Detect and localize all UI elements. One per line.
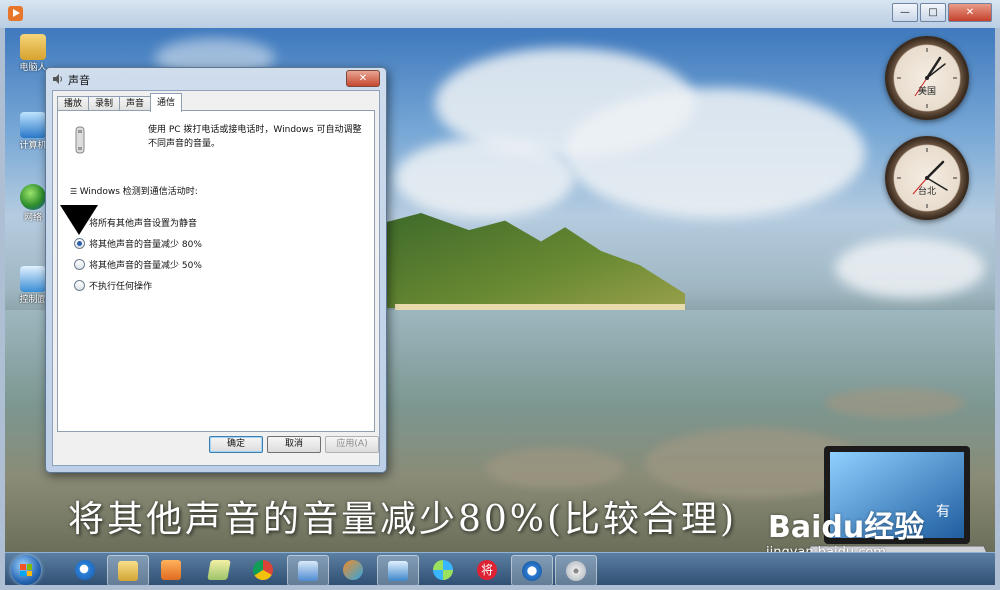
dialog-titlebar[interactable]: 声音 ✕ bbox=[46, 68, 386, 90]
taskbar-disc-app[interactable] bbox=[555, 555, 597, 586]
option-label: 不执行任何操作 bbox=[89, 282, 153, 292]
maximize-button[interactable]: □ bbox=[920, 3, 946, 22]
phone-icon bbox=[75, 126, 85, 154]
taskbar-browser-circle[interactable] bbox=[511, 555, 553, 586]
speaker-icon bbox=[53, 74, 62, 84]
radio-do-nothing[interactable] bbox=[74, 280, 85, 291]
option-label: 将所有其他声音设置为静音 bbox=[89, 219, 198, 229]
tab-communications[interactable]: 通信 bbox=[150, 93, 183, 112]
taskbar-chrome[interactable] bbox=[243, 555, 283, 584]
baidu-jingyan-logo: Baidu经验 bbox=[768, 510, 925, 545]
option-label: 将其他声音的音量减少 80% bbox=[89, 240, 202, 250]
tutorial-caption: 将其他声音的音量减少80%(比较合理) bbox=[68, 499, 738, 540]
paint-icon bbox=[343, 560, 363, 580]
sound-dialog: 声音 ✕ 播放 录制 声音 通信 使用 PC 拨打电话或接电话时，Windows… bbox=[45, 67, 387, 473]
communications-description: 使用 PC 拨打电话或接电话时，Windows 可自动调整不同声音的音量。 bbox=[148, 125, 362, 149]
taskbar-paint[interactable] bbox=[333, 555, 373, 584]
media-player-app-icon bbox=[8, 6, 23, 21]
jiang-app-icon: 将 bbox=[477, 560, 497, 580]
option-do-nothing[interactable]: 不执行任何操作 bbox=[74, 279, 152, 292]
option-reduce-80[interactable]: 将其他声音的音量减少 80% bbox=[74, 237, 202, 250]
option-label: 将其他声音的音量减少 50% bbox=[89, 261, 202, 271]
start-button[interactable] bbox=[11, 555, 41, 585]
globe-icon bbox=[20, 184, 46, 210]
wallpaper-cloud bbox=[835, 238, 985, 298]
taskbar-media-player[interactable] bbox=[151, 555, 191, 584]
dialog-close-button[interactable]: ✕ bbox=[346, 70, 380, 87]
folder-icon bbox=[20, 34, 46, 60]
control-panel-icon bbox=[20, 266, 46, 292]
window-controls: — □ ✕ bbox=[890, 3, 992, 22]
wallpaper-cloud bbox=[395, 138, 575, 218]
wallpaper-rock bbox=[485, 448, 625, 488]
communications-panel: 使用 PC 拨打电话或接电话时，Windows 可自动调整不同声音的音量。 ☰ … bbox=[57, 110, 375, 432]
window-frame-bottom bbox=[0, 585, 1000, 590]
list-icon: ☰ bbox=[70, 187, 80, 196]
clock-city-label: 台北 bbox=[917, 187, 936, 197]
detect-activity-text: Windows 检测到通信活动时: bbox=[79, 187, 198, 197]
remote-desktop-icon bbox=[388, 561, 408, 581]
dialog-title: 声音 bbox=[68, 74, 90, 87]
clock-city-label: 美国 bbox=[917, 87, 936, 97]
clock-gadget[interactable]: 台北 bbox=[885, 136, 969, 220]
tutorial-pointer-triangle bbox=[60, 205, 98, 235]
browser-circle-icon bbox=[522, 561, 542, 581]
disc-icon bbox=[566, 561, 586, 581]
document-icon bbox=[298, 561, 318, 581]
media-player-icon bbox=[161, 560, 181, 580]
apply-button[interactable]: 应用(A) bbox=[325, 436, 379, 453]
taskbar-remote-desktop[interactable] bbox=[377, 555, 419, 586]
windows-logo-icon bbox=[20, 564, 32, 576]
wallpaper-cloud bbox=[565, 88, 865, 218]
clock-face-icon bbox=[897, 48, 957, 108]
option-reduce-50[interactable]: 将其他声音的音量减少 50% bbox=[74, 258, 202, 271]
taskbar-ie[interactable] bbox=[65, 555, 105, 584]
dialog-body: 播放 录制 声音 通信 使用 PC 拨打电话或接电话时，Windows 可自动调… bbox=[52, 90, 380, 466]
laptop-screen-text: 有 bbox=[936, 504, 950, 520]
ok-button[interactable]: 确定 bbox=[209, 436, 263, 453]
file-explorer-icon bbox=[118, 561, 138, 581]
ie-browser-icon bbox=[75, 560, 95, 580]
outer-window-titlebar: — □ ✕ bbox=[0, 0, 1000, 29]
pinwheel-icon bbox=[433, 560, 453, 580]
clock-face-icon bbox=[897, 148, 957, 208]
folder-icon bbox=[207, 560, 231, 580]
close-button[interactable]: ✕ bbox=[948, 3, 992, 22]
minimize-button[interactable]: — bbox=[892, 3, 918, 22]
clock-gadget[interactable]: 美国 bbox=[885, 36, 969, 120]
taskbar: 将 bbox=[5, 552, 995, 586]
radio-reduce-50[interactable] bbox=[74, 259, 85, 270]
taskbar-jiang-app[interactable]: 将 bbox=[467, 555, 507, 584]
wallpaper-rock bbox=[825, 388, 965, 418]
tab-strip: 播放 录制 声音 通信 bbox=[57, 93, 183, 112]
taskbar-pinwheel-app[interactable] bbox=[423, 555, 463, 584]
wallpaper-mountain bbox=[385, 213, 685, 308]
taskbar-folder[interactable] bbox=[199, 555, 239, 584]
radio-reduce-80[interactable] bbox=[74, 238, 85, 249]
chrome-icon bbox=[253, 560, 273, 580]
taskbar-document[interactable] bbox=[287, 555, 329, 586]
computer-icon bbox=[20, 112, 46, 138]
cancel-button[interactable]: 取消 bbox=[267, 436, 321, 453]
taskbar-explorer[interactable] bbox=[107, 555, 149, 586]
detect-activity-label: ☰ Windows 检测到通信活动时: bbox=[70, 184, 198, 197]
window-frame-right bbox=[995, 28, 1000, 585]
